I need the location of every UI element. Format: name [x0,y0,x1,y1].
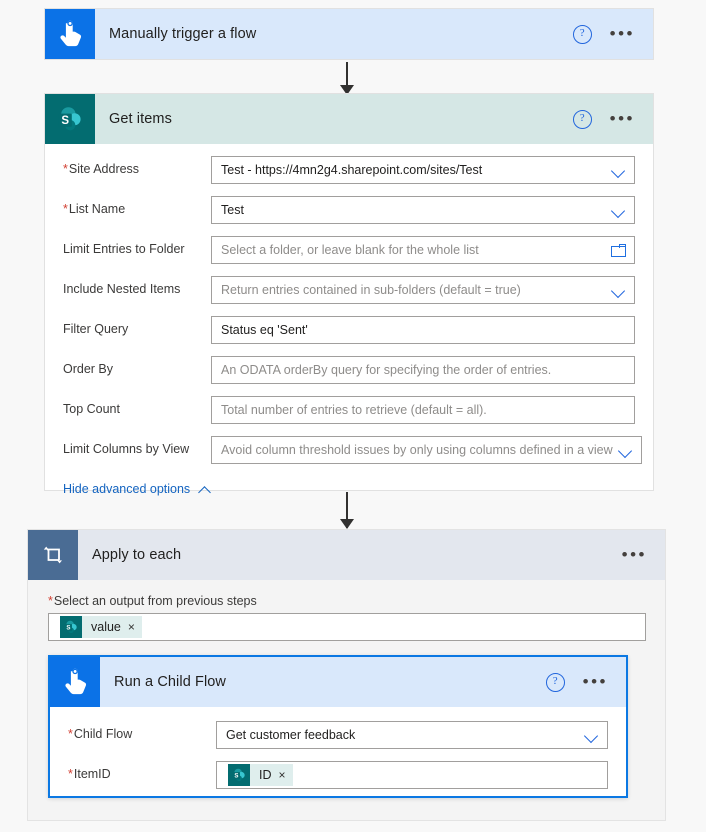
field-row-child-flow: *Child Flow Get customer feedback [68,721,608,749]
close-icon[interactable]: × [279,769,286,781]
filter-query-input[interactable]: Status eq 'Sent' [211,316,635,344]
include-nested-items-placeholder: Return entries contained in sub-folders … [221,283,521,297]
limit-columns-by-view-placeholder: Avoid column threshold issues by only us… [221,443,613,457]
apply-to-each-body: *Select an output from previous steps S … [28,580,665,657]
required-marker: * [63,202,68,217]
more-menu-icon[interactable]: ••• [622,546,647,563]
token-label: ID [259,768,272,782]
loop-icon [28,530,78,580]
site-address-value: Test - https://4mn2g4.sharepoint.com/sit… [221,163,483,177]
item-id-input[interactable]: S ID × [216,761,608,789]
tap-hand-icon [50,657,100,707]
field-row-top-count: Top Count Total number of entries to ret… [63,396,635,424]
get-items-title: Get items [109,111,172,127]
trigger-header-actions: ? ••• [572,24,653,44]
filter-query-value: Status eq 'Sent' [221,323,308,337]
field-label-filter-query: Filter Query [63,322,129,337]
svg-text:S: S [61,115,69,127]
chevron-down-icon[interactable] [612,206,626,215]
chevron-down-icon[interactable] [612,286,626,295]
svg-text:S: S [66,625,70,632]
hide-advanced-options-label: Hide advanced options [63,482,191,496]
limit-entries-to-folder-input[interactable]: Select a folder, or leave blank for the … [211,236,635,264]
hide-advanced-options-link[interactable]: Hide advanced options [63,482,210,496]
top-count-input[interactable]: Total number of entries to retrieve (def… [211,396,635,424]
field-label-limit-entries-to-folder: Limit Entries to Folder [63,242,185,257]
limit-entries-to-folder-placeholder: Select a folder, or leave blank for the … [221,243,479,257]
field-row-filter-query: Filter Query Status eq 'Sent' [63,316,635,344]
sharepoint-icon: S [228,764,250,786]
svg-text:S: S [234,773,238,780]
field-row-item-id: *ItemID S ID × [68,761,608,789]
run-child-flow-title: Run a Child Flow [114,674,227,690]
required-marker: * [48,594,53,608]
sharepoint-icon: S [45,94,95,144]
list-name-input[interactable]: Test [211,196,635,224]
run-child-flow-card[interactable]: Run a Child Flow ? ••• *Child Flow Get c… [48,655,628,798]
run-child-flow-form: *Child Flow Get customer feedback *ItemI… [50,707,626,789]
field-row-order-by: Order By An ODATA orderBy query for spec… [63,356,635,384]
apply-to-each-header: Apply to each ••• [28,530,665,580]
list-name-value: Test [221,203,244,217]
apply-to-each-header-actions: ••• [622,546,665,563]
include-nested-items-input[interactable]: Return entries contained in sub-folders … [211,276,635,304]
site-address-input[interactable]: Test - https://4mn2g4.sharepoint.com/sit… [211,156,635,184]
more-menu-icon[interactable]: ••• [583,673,608,690]
child-flow-input[interactable]: Get customer feedback [216,721,608,749]
dynamic-content-token-id[interactable]: S ID × [228,764,293,786]
field-label-top-count: Top Count [63,402,120,417]
field-row-limit-entries-to-folder: Limit Entries to Folder Select a folder,… [63,236,635,264]
field-row-include-nested-items: Include Nested Items Return entries cont… [63,276,635,304]
help-icon[interactable]: ? [545,672,565,692]
order-by-input[interactable]: An ODATA orderBy query for specifying th… [211,356,635,384]
order-by-placeholder: An ODATA orderBy query for specifying th… [221,363,552,377]
get-items-card-header: S Get items ? ••• [45,94,653,144]
more-menu-icon[interactable]: ••• [610,25,635,42]
field-label-include-nested-items: Include Nested Items [63,282,181,297]
limit-columns-by-view-input[interactable]: Avoid column threshold issues by only us… [211,436,642,464]
apply-to-each-title: Apply to each [92,547,182,563]
get-items-form: *Site Address Test - https://4mn2g4.shar… [45,144,653,496]
folder-picker-icon[interactable] [611,243,626,257]
help-icon[interactable]: ? [572,24,592,44]
field-label-order-by: Order By [63,362,114,377]
chevron-down-icon[interactable] [612,166,626,175]
chevron-down-icon[interactable] [619,446,633,455]
required-marker: * [68,727,73,742]
field-label-item-id: *ItemID [68,767,111,782]
close-icon[interactable]: × [128,621,135,633]
select-output-input[interactable]: S value × [48,613,646,641]
run-child-flow-header-actions: ? ••• [545,672,626,692]
top-count-placeholder: Total number of entries to retrieve (def… [221,403,487,417]
select-output-label: *Select an output from previous steps [48,594,257,608]
required-marker: * [63,162,68,177]
field-label-child-flow: *Child Flow [68,727,133,742]
trigger-card[interactable]: Manually trigger a flow ? ••• [45,9,653,59]
trigger-title: Manually trigger a flow [109,26,257,42]
field-row-limit-columns-by-view: Limit Columns by View Avoid column thres… [63,436,642,464]
token-label: value [91,620,121,634]
chevron-up-icon [199,486,210,493]
sharepoint-icon: S [60,616,82,638]
help-icon[interactable]: ? [572,109,592,129]
run-child-flow-header: Run a Child Flow ? ••• [50,657,626,707]
connector-arrow-1 [340,62,354,95]
connector-arrow-2 [340,492,354,529]
get-items-card[interactable]: S Get items ? ••• *Site Address Test - h… [45,94,653,496]
field-label-list-name: *List Name [63,202,126,217]
dynamic-content-token-value[interactable]: S value × [60,616,142,638]
required-marker: * [68,767,73,782]
child-flow-value: Get customer feedback [226,728,356,742]
apply-to-each-container[interactable]: Apply to each ••• *Select an output from… [28,530,665,820]
trigger-card-header: Manually trigger a flow ? ••• [45,9,653,59]
field-row-site-address: *Site Address Test - https://4mn2g4.shar… [63,156,635,184]
flow-designer-canvas: Manually trigger a flow ? ••• S Get item… [0,0,706,832]
get-items-header-actions: ? ••• [572,109,653,129]
chevron-down-icon[interactable] [585,731,599,740]
tap-hand-icon [45,9,95,59]
field-label-limit-columns-by-view: Limit Columns by View [63,442,190,457]
field-row-list-name: *List Name Test [63,196,635,224]
field-label-site-address: *Site Address [63,162,140,177]
more-menu-icon[interactable]: ••• [610,110,635,127]
